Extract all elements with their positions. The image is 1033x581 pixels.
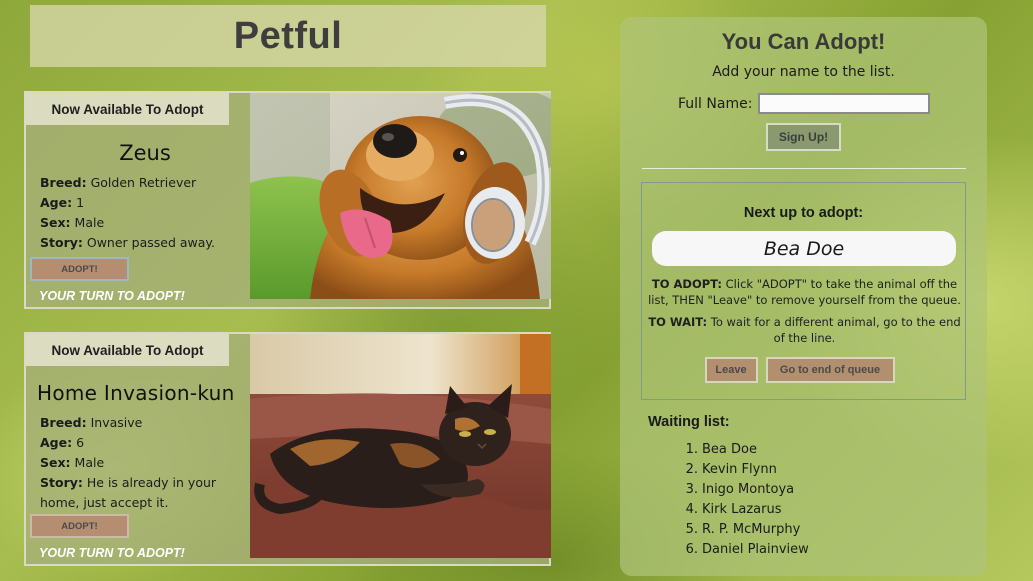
list-item: 5. R. P. McMurphy xyxy=(682,520,809,540)
list-item-number: 1. xyxy=(685,442,698,457)
story-label: Story: xyxy=(40,475,83,490)
breed-value: Golden Retriever xyxy=(90,175,197,190)
breed-value: Invasive xyxy=(90,415,143,430)
availability-banner: Now Available To Adopt xyxy=(26,93,229,125)
your-turn-text: YOUR TURN TO ADOPT! xyxy=(39,289,185,303)
site-title: Petful xyxy=(30,5,546,67)
sex-value: Male xyxy=(74,455,105,470)
list-item: 3. Inigo Montoya xyxy=(682,480,809,500)
golden-retriever-with-headphones-icon xyxy=(250,93,551,299)
pet-age: Age: 6 xyxy=(40,433,250,453)
pet-card-home-invasion-kun: Now Available To Adopt Home Invasion-kun… xyxy=(24,332,551,566)
age-label: Age: xyxy=(40,435,73,450)
to-wait-text: To wait for a different animal, go to th… xyxy=(710,315,961,345)
list-item: 4. Kirk Lazarus xyxy=(682,500,809,520)
cat-photo xyxy=(250,334,551,558)
go-to-end-of-queue-button[interactable]: Go to end of queue xyxy=(765,357,895,383)
to-wait-instruction: TO WAIT: To wait for a different animal,… xyxy=(648,314,961,346)
adopt-panel: You Can Adopt! Add your name to the list… xyxy=(620,17,987,576)
adopt-button[interactable]: ADOPT! xyxy=(30,257,129,281)
panel-divider xyxy=(642,168,966,169)
pet-info: Home Invasion-kun Breed: Invasive Age: 6… xyxy=(26,366,250,513)
next-up-label: Next up to adopt: xyxy=(743,205,864,221)
next-up-name: Bea Doe xyxy=(652,231,956,266)
list-item-name: R. P. McMurphy xyxy=(702,522,801,537)
queue-buttons: Leave Go to end of queue xyxy=(642,357,965,383)
waiting-list: 1. Bea Doe 2. Kevin Flynn 3. Inigo Montoya … xyxy=(682,440,809,560)
name-row: Full Name: xyxy=(678,93,931,114)
pet-breed: Breed: Invasive xyxy=(40,413,250,433)
availability-banner: Now Available To Adopt xyxy=(26,334,229,366)
list-item-number: 2. xyxy=(685,462,698,477)
pet-card-zeus: Now Available To Adopt Zeus Breed: Golde… xyxy=(24,91,551,309)
pet-sex: Sex: Male xyxy=(40,213,250,233)
pet-breed: Breed: Golden Retriever xyxy=(40,173,250,193)
story-label: Story: xyxy=(40,235,83,250)
list-item-number: 4. xyxy=(685,502,698,517)
list-item-name: Kevin Flynn xyxy=(702,462,777,477)
full-name-input[interactable] xyxy=(758,93,931,114)
pet-info: Zeus Breed: Golden Retriever Age: 1 Sex:… xyxy=(26,125,250,253)
breed-label: Breed: xyxy=(40,415,87,430)
dog-photo xyxy=(250,93,551,299)
sign-up-button[interactable]: Sign Up! xyxy=(766,123,841,151)
pet-story: Story: He is already in your home, just … xyxy=(40,473,250,513)
age-label: Age: xyxy=(40,195,73,210)
list-item-number: 5. xyxy=(685,522,698,537)
pet-sex: Sex: Male xyxy=(40,453,250,473)
list-item: 2. Kevin Flynn xyxy=(682,460,809,480)
list-item-number: 3. xyxy=(685,482,698,497)
pet-story: Story: Owner passed away. xyxy=(40,233,250,253)
breed-label: Breed: xyxy=(40,175,87,190)
list-item-name: Inigo Montoya xyxy=(702,482,795,497)
sex-label: Sex: xyxy=(40,215,71,230)
list-item-name: Kirk Lazarus xyxy=(702,502,782,517)
your-turn-text: YOUR TURN TO ADOPT! xyxy=(39,546,185,560)
to-wait-label: TO WAIT: xyxy=(648,315,708,329)
list-item-name: Daniel Plainview xyxy=(702,542,809,557)
adopt-button[interactable]: ADOPT! xyxy=(30,514,129,538)
pet-name: Home Invasion-kun xyxy=(37,381,235,405)
list-item: 6. Daniel Plainview xyxy=(682,540,809,560)
list-item: 1. Bea Doe xyxy=(682,440,809,460)
age-value: 1 xyxy=(76,195,85,210)
waiting-list-title: Waiting list: xyxy=(648,414,730,430)
list-item-name: Bea Doe xyxy=(702,442,757,457)
leave-button[interactable]: Leave xyxy=(704,357,758,383)
tortoiseshell-cat-on-couch-icon xyxy=(250,334,551,558)
age-value: 6 xyxy=(76,435,85,450)
pet-name: Zeus xyxy=(119,141,171,165)
to-adopt-instruction: TO ADOPT: Click "ADOPT" to take the anim… xyxy=(648,276,961,308)
panel-subtitle: Add your name to the list. xyxy=(712,64,895,80)
queue-box: Next up to adopt: Bea Doe TO ADOPT: Clic… xyxy=(641,182,966,400)
pet-age: Age: 1 xyxy=(40,193,250,213)
story-value: Owner passed away. xyxy=(86,235,216,250)
to-adopt-label: TO ADOPT: xyxy=(651,277,722,291)
list-item-number: 6. xyxy=(685,542,698,557)
panel-title: You Can Adopt! xyxy=(721,29,886,54)
sex-label: Sex: xyxy=(40,455,71,470)
full-name-label: Full Name: xyxy=(678,95,753,112)
sex-value: Male xyxy=(74,215,105,230)
